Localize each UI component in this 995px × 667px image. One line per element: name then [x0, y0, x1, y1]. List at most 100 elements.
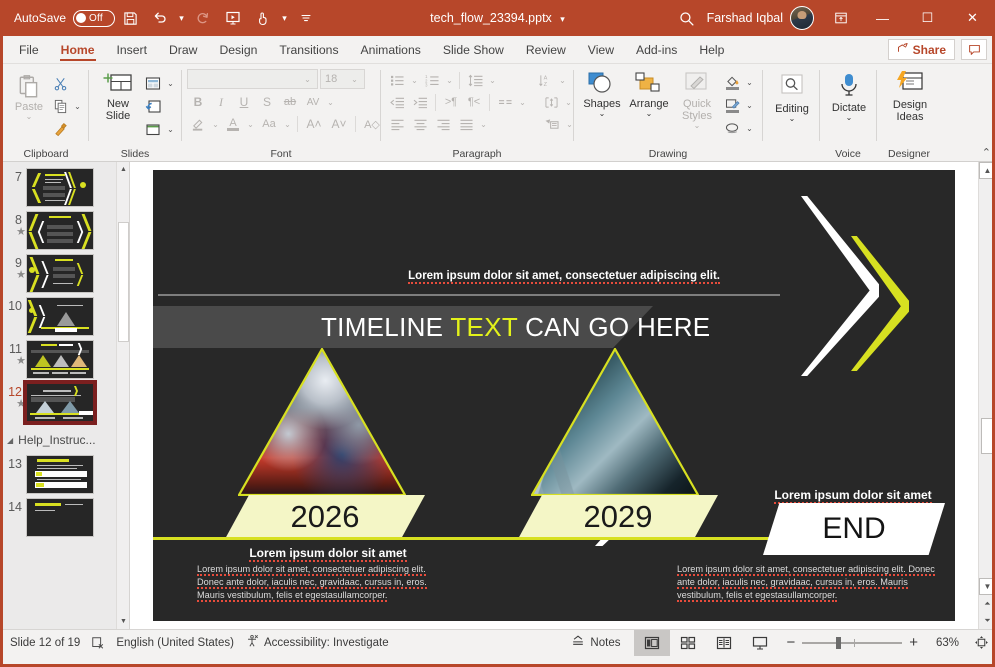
normal-view-icon[interactable] [634, 629, 671, 656]
milestone-1-caption-body[interactable]: Lorem ipsum dolor sit amet, consectetuer… [197, 563, 435, 602]
dictate-caret-icon[interactable]: ⌄ [846, 114, 853, 122]
tab-home[interactable]: Home [50, 36, 106, 63]
numbering-icon[interactable]: 123 [421, 69, 443, 91]
align-right-icon[interactable] [432, 113, 454, 135]
tab-slide-show[interactable]: Slide Show [432, 36, 515, 63]
section-icon[interactable] [142, 118, 164, 140]
quick-styles-caret-icon[interactable]: ⌄ [694, 122, 701, 130]
thumbnail-item[interactable]: 9 ★ [0, 250, 129, 293]
milestone-1-year-band[interactable]: 2026 [225, 495, 425, 539]
section-header[interactable]: ◢ Help_Instruc... [0, 426, 129, 451]
zoom-slider-handle[interactable] [836, 636, 842, 649]
avatar[interactable] [790, 6, 814, 30]
new-slide-button[interactable]: New Slide [94, 68, 142, 124]
thumbnail-preview[interactable] [26, 168, 94, 207]
format-painter-icon[interactable] [49, 118, 71, 140]
touch-mode-icon[interactable] [248, 3, 278, 33]
reading-view-icon[interactable] [706, 630, 742, 656]
arrange-caret-icon[interactable]: ⌄ [646, 110, 653, 118]
tab-file[interactable]: File [8, 36, 50, 63]
thumbnail-preview[interactable] [26, 340, 94, 379]
section-caret-icon[interactable]: ⌄ [165, 125, 176, 134]
timeline-band-text[interactable]: TIMELINE TEXT CAN GO HERE [321, 312, 710, 343]
font-name-caret-icon[interactable]: ⌄ [302, 75, 313, 84]
character-spacing-button[interactable]: AV [302, 91, 324, 113]
slide-canvas-area[interactable]: Lorem ipsum dolor sit amet, consectetuer… [130, 162, 978, 629]
notes-button[interactable]: Notes [557, 630, 634, 656]
dictate-button[interactable]: Dictate ⌄ [825, 70, 873, 124]
shape-effects-icon[interactable] [721, 117, 743, 139]
font-name-input[interactable]: ⌄ [187, 69, 318, 89]
tab-design[interactable]: Design [208, 36, 268, 63]
slide-counter[interactable]: Slide 12 of 19 [10, 630, 91, 656]
change-case-button[interactable]: Aa [257, 113, 281, 135]
text-highlight-caret-icon[interactable]: ⌄ [210, 120, 221, 129]
shapes-button[interactable]: Shapes ⌄ [579, 69, 625, 120]
italic-button[interactable]: I [210, 91, 232, 113]
text-shadow-button[interactable]: S [256, 91, 278, 113]
align-text-caret-icon[interactable]: ⌄ [563, 98, 574, 107]
arrange-button[interactable]: Arrange ⌄ [625, 69, 673, 120]
align-text-icon[interactable] [540, 91, 562, 113]
comments-icon[interactable] [961, 39, 987, 60]
design-ideas-button[interactable]: Design Ideas [882, 68, 938, 125]
thumbnail-item[interactable]: 11 ★ [0, 336, 129, 379]
thumbnail-preview[interactable] [26, 455, 94, 494]
justify-icon[interactable] [455, 113, 477, 135]
text-highlight-icon[interactable] [187, 113, 209, 135]
zoom-slider[interactable] [802, 636, 903, 649]
tab-insert[interactable]: Insert [106, 36, 158, 63]
character-spacing-caret-icon[interactable]: ⌄ [325, 98, 336, 107]
justify-caret-icon[interactable]: ⌄ [478, 120, 489, 129]
shapes-caret-icon[interactable]: ⌄ [599, 110, 606, 118]
increase-indent-icon[interactable] [409, 91, 431, 113]
quick-styles-button[interactable]: Quick Styles ⌄ [673, 69, 721, 132]
slide-surface[interactable]: Lorem ipsum dolor sit amet, consectetuer… [153, 170, 955, 621]
align-center-icon[interactable] [409, 113, 431, 135]
slide-layout-icon[interactable] [142, 72, 164, 94]
text-direction-caret-icon[interactable]: ⌄ [557, 76, 568, 85]
underline-button[interactable]: U [233, 91, 255, 113]
thumbnail-scrollbar-thumb[interactable] [118, 222, 129, 342]
milestone-1-pyramid[interactable] [238, 348, 406, 496]
font-color-icon[interactable]: A [222, 113, 244, 135]
thumbnail-preview[interactable] [26, 254, 94, 293]
milestone-2-caption-body[interactable]: Lorem ipsum dolor sit amet, consectetuer… [677, 563, 937, 602]
tab-draw[interactable]: Draw [158, 36, 208, 63]
strikethrough-button[interactable]: ab [279, 91, 301, 113]
thumbnail-item[interactable]: 10 [0, 293, 129, 336]
zoom-level-label[interactable]: 63% [925, 637, 959, 649]
convert-to-smartart-icon[interactable] [541, 113, 563, 135]
thumbnail-scrollbar[interactable]: ▲ ▼ [116, 162, 129, 629]
copy-icon[interactable] [49, 95, 71, 117]
maximize-button[interactable]: ☐ [905, 0, 950, 36]
bullets-caret-icon[interactable]: ⌄ [409, 76, 420, 85]
right-to-left-icon[interactable]: ¶< [463, 91, 485, 113]
no-slide-notes-icon[interactable] [91, 630, 116, 656]
save-icon[interactable] [115, 3, 145, 33]
customize-quick-access-icon[interactable] [291, 3, 321, 33]
align-left-icon[interactable] [386, 113, 408, 135]
search-icon[interactable] [667, 0, 707, 36]
thumbnail-preview[interactable] [26, 297, 94, 336]
undo-dropdown-caret-icon[interactable]: ▾ [175, 13, 188, 24]
decrease-indent-icon[interactable] [386, 91, 408, 113]
decrease-font-size-button[interactable]: A˅ [327, 113, 351, 135]
shape-fill-caret-icon[interactable]: ⌄ [744, 78, 755, 87]
line-spacing-caret-icon[interactable]: ⌄ [487, 76, 498, 85]
thumbnail-preview[interactable] [26, 498, 94, 537]
shape-fill-icon[interactable] [721, 71, 743, 93]
font-color-caret-icon[interactable]: ⌄ [245, 120, 256, 129]
fit-slide-to-window-icon[interactable] [967, 635, 995, 650]
account-name[interactable]: Farshad Iqbal [707, 11, 783, 25]
layout-caret-icon[interactable]: ⌄ [165, 79, 176, 88]
font-size-input[interactable]: 18 ⌄ [320, 69, 365, 89]
numbering-caret-icon[interactable]: ⌄ [444, 76, 455, 85]
thumbnail-item[interactable]: 7 [0, 162, 129, 207]
thumbnail-item-current[interactable]: 12 ★ [0, 379, 129, 426]
ribbon-display-options-icon[interactable] [822, 0, 860, 36]
thumbnail-item[interactable]: 13 [0, 451, 129, 494]
columns-caret-icon[interactable]: ⌄ [517, 98, 528, 107]
columns-icon[interactable] [494, 91, 516, 113]
document-title-caret-icon[interactable]: ▾ [560, 14, 565, 24]
